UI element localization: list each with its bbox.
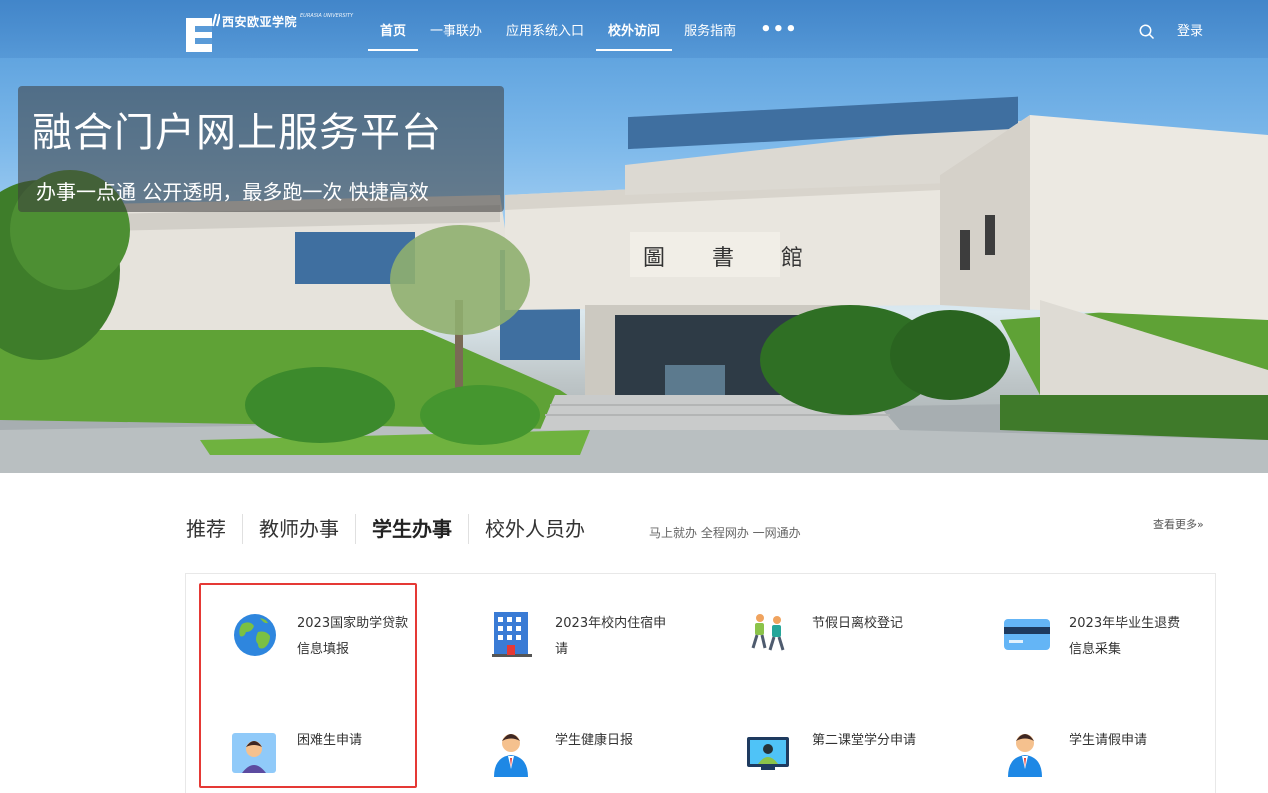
hero-title: 融合门户网上服务平台	[32, 110, 442, 156]
nav-app-entry[interactable]: 应用系统入口	[494, 0, 596, 58]
service-item-health-report[interactable]: 学生健康日报	[490, 729, 700, 793]
site-logo[interactable]: 西安欧亚学院 EURASIA UNIVERSITY	[186, 12, 353, 52]
service-item-holiday-leave[interactable]: 节假日离校登记	[747, 612, 957, 692]
nav-one-stop[interactable]: 一事联办	[418, 0, 494, 58]
service-item-leave-application[interactable]: 学生请假申请	[1004, 729, 1214, 793]
service-item-refund-info[interactable]: 2023年毕业生退费信息采集	[1004, 612, 1214, 692]
nav-service-guide[interactable]: 服务指南	[672, 0, 748, 58]
library-building-photo	[0, 96, 1268, 473]
nav-home[interactable]: 首页	[368, 0, 419, 58]
tab-recommended[interactable]: 推荐	[186, 514, 242, 544]
service-item-dorm[interactable]: 2023年校内住宿申请	[490, 612, 700, 692]
main-nav: 首页 一事联办 应用系统入口 校外访问 服务指南 •••	[368, 0, 810, 58]
login-button[interactable]: 登录	[1177, 20, 1203, 39]
hero-banner: 圖 書 館 融合门户网上服务平台 办事一点通 公开透明，最多跑一次 快捷高效	[0, 0, 1268, 473]
monitor-user-icon	[747, 729, 795, 777]
library-sign: 圖 書 館	[643, 246, 823, 271]
service-label: 2023年毕业生退费信息采集	[1069, 616, 1181, 657]
hikers-icon	[747, 612, 795, 660]
service-label: 学生请假申请	[1069, 733, 1148, 748]
search-icon[interactable]	[1139, 24, 1155, 40]
service-item-loan[interactable]: 2023国家助学贷款信息填报	[232, 612, 442, 692]
top-navbar: 西安欧亚学院 EURASIA UNIVERSITY 首页 一事联办 应用系统入口…	[0, 0, 1268, 58]
service-label: 第二课堂学分申请	[812, 733, 917, 748]
tab-teacher-services[interactable]: 教师办事	[242, 514, 355, 544]
service-item-second-classroom-credit[interactable]: 第二课堂学分申请	[747, 729, 957, 793]
tab-student-services[interactable]: 学生办事	[355, 514, 468, 544]
hero-caption: 融合门户网上服务平台 办事一点通 公开透明，最多跑一次 快捷高效	[18, 86, 504, 212]
service-label: 2023国家助学贷款信息填报	[297, 616, 409, 657]
student-portrait-icon	[232, 729, 280, 777]
logo-e-icon	[186, 12, 221, 52]
building-icon	[490, 612, 538, 660]
service-item-hardship-application[interactable]: 困难生申请	[232, 729, 442, 793]
tab-visitor-services[interactable]: 校外人员办	[468, 514, 601, 544]
service-label: 困难生申请	[297, 733, 363, 748]
hero-subtitle: 办事一点通 公开透明，最多跑一次 快捷高效	[36, 180, 429, 204]
service-label: 节假日离校登记	[812, 616, 904, 631]
nav-external-access[interactable]: 校外访问	[596, 0, 673, 58]
logo-subtitle: EURASIA UNIVERSITY	[300, 13, 354, 19]
student-avatar-icon	[490, 729, 538, 777]
nav-more-icon[interactable]: •••	[748, 0, 810, 58]
credit-card-icon	[1004, 612, 1052, 660]
logo-title: 西安欧亚学院	[222, 15, 298, 29]
service-tabs: 推荐 教师办事 学生办事 校外人员办	[186, 512, 601, 546]
student-avatar-icon	[1004, 729, 1052, 777]
globe-icon	[232, 612, 280, 660]
view-more-link[interactable]: 查看更多»	[1153, 516, 1204, 532]
services-slogan: 马上就办 全程网办 一网通办	[649, 526, 801, 540]
service-label: 2023年校内住宿申请	[555, 616, 667, 657]
service-label: 学生健康日报	[555, 733, 634, 748]
